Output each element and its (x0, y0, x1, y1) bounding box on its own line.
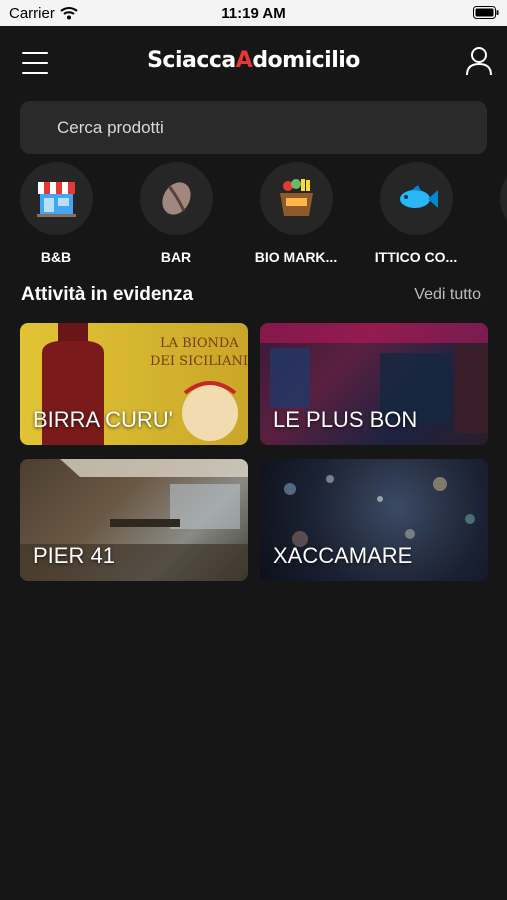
brand-logo: SciaccaAdomicilio (0, 48, 507, 73)
category-circle (259, 162, 333, 235)
featured-card-birra-curu[interactable]: LA BIONDA DEI SICILIANI BIRRA CURU' (20, 323, 248, 445)
category-label: BIO MARK... (254, 249, 338, 262)
featured-card-le-plus-bon[interactable]: LE PLUS BON (260, 323, 488, 445)
category-label: B&B (40, 249, 72, 262)
category-circle (499, 162, 507, 235)
card-title: PIER 41 (33, 543, 115, 568)
category-label: BAR (160, 249, 192, 262)
user-account-icon[interactable] (465, 46, 493, 76)
category-bnb[interactable]: B&B (1, 162, 111, 262)
category-circle (139, 162, 213, 235)
category-partial[interactable]: N (481, 162, 507, 262)
category-circle (379, 162, 453, 235)
card-title: XACCAMARE (273, 543, 413, 568)
coffee-bean-icon (161, 182, 191, 215)
svg-text:DEI SICILIANI: DEI SICILIANI (150, 354, 248, 369)
category-label: ITTICO CO... (374, 249, 458, 262)
search-input[interactable]: Cerca prodotti (20, 101, 487, 154)
category-label: N (481, 249, 507, 262)
featured-section-title: Attività in evidenza (21, 284, 194, 305)
battery-icon (473, 6, 499, 19)
shop-icon (36, 182, 76, 217)
svg-text:LA BIONDA: LA BIONDA (160, 336, 239, 351)
featured-card-pier-41[interactable]: PIER 41 (20, 459, 248, 581)
logo-text-sciacca: Sciacca (147, 48, 236, 73)
status-bar: Carrier 11:19 AM (0, 0, 507, 26)
logo-text-domicilio: domicilio (252, 48, 360, 73)
card-title: BIRRA CURU' (33, 407, 173, 432)
card-title: LE PLUS BON (273, 407, 418, 432)
category-ittico[interactable]: ITTICO CO... (361, 162, 471, 262)
status-time: 11:19 AM (221, 5, 286, 22)
category-bar[interactable]: BAR (121, 162, 231, 262)
category-bio-market[interactable]: BIO MARK... (241, 162, 351, 262)
fish-icon (399, 185, 438, 208)
app-header: SciaccaAdomicilio (0, 26, 507, 96)
category-carousel[interactable]: B&B BAR BIO MARK... ITTICO CO... (0, 162, 507, 262)
featured-card-xaccamare[interactable]: XACCAMARE (260, 459, 488, 581)
produce-basket-icon (279, 179, 313, 216)
logo-text-accent: A (235, 48, 253, 73)
search-placeholder: Cerca prodotti (57, 118, 164, 137)
category-circle (19, 162, 93, 235)
see-all-link[interactable]: Vedi tutto (414, 286, 481, 304)
